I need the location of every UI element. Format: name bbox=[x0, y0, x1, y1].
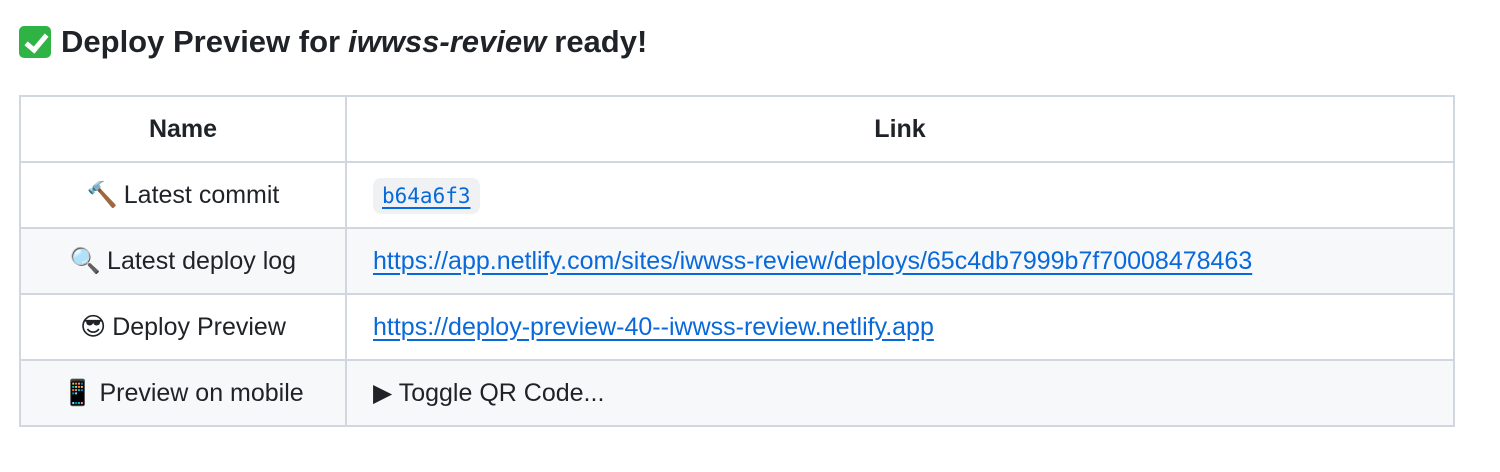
commit-link[interactable]: b64a6f3 bbox=[382, 184, 471, 208]
table-row: 🔍 Latest deploy log https://app.netlify.c… bbox=[19, 227, 1455, 295]
commit-code: b64a6f3 bbox=[373, 177, 480, 214]
row-name: Latest deploy log bbox=[107, 246, 297, 275]
heading-prefix: Deploy Preview for bbox=[61, 24, 341, 59]
header-link: Link bbox=[345, 95, 1455, 163]
heading-suffix: ready! bbox=[554, 24, 648, 59]
check-mark-button-icon bbox=[19, 26, 51, 58]
table-row: 📱 Preview on mobile ▶ Toggle QR Code... bbox=[19, 359, 1455, 427]
row-name: Preview on mobile bbox=[99, 378, 304, 407]
header-name: Name bbox=[19, 95, 347, 163]
deploy-log-link[interactable]: https://app.netlify.com/sites/iwwss-revi… bbox=[373, 247, 1252, 275]
table-row: 🔨 Latest commit b64a6f3 bbox=[19, 161, 1455, 229]
hammer-icon: 🔨 bbox=[86, 180, 118, 209]
page-heading: Deploy Preview for iwwss-review ready! bbox=[19, 20, 647, 64]
mobile-phone-icon: 📱 bbox=[62, 378, 94, 407]
row-name: Deploy Preview bbox=[112, 313, 286, 341]
deploy-table: Name Link 🔨 Latest commit b64a6f3 🔍 Latest… bbox=[19, 95, 1455, 427]
deploy-preview-link[interactable]: https://deploy-preview-40--iwwss-review.… bbox=[373, 313, 934, 341]
row-name: Latest commit bbox=[123, 180, 280, 209]
table-row: 😎 Deploy Preview https://deploy-preview-4… bbox=[19, 293, 1455, 361]
magnifying-glass-icon: 🔍 bbox=[69, 246, 102, 275]
sunglasses-face-icon: 😎 bbox=[80, 313, 107, 341]
toggle-qr-code[interactable]: ▶ Toggle QR Code... bbox=[373, 379, 604, 407]
heading-site-name: iwwss-review bbox=[348, 24, 547, 59]
